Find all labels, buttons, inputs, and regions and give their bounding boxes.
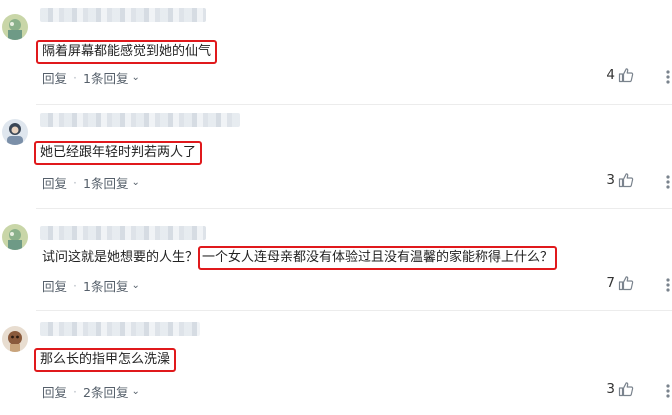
divider (36, 310, 672, 311)
like-count: 3 (606, 172, 615, 188)
more-icon[interactable] (658, 276, 672, 294)
separator: · (73, 175, 77, 190)
separator: · (73, 278, 77, 293)
comment-item: 隔着屏幕都能感觉到她的仙气 回复 · 1条回复 ⌄ 4 (0, 0, 672, 104)
like-button[interactable]: 3 (606, 381, 634, 397)
like-count: 7 (606, 275, 615, 291)
comment-text: 隔着屏幕都能感觉到她的仙气 (36, 40, 218, 64)
thumbs-up-icon (618, 275, 634, 291)
comment-text: 试问这就是她想要的人生？ 一个女人连母亲都没有体验过且没有温馨的家能称得上什么？ (42, 246, 558, 270)
comment-actions: 回复 · 1条回复 ⌄ (42, 173, 140, 192)
chevron-down-icon: ⌄ (131, 280, 140, 291)
comment-prefix: 试问这就是她想要的人生？ (42, 250, 199, 265)
like-count: 4 (606, 67, 615, 83)
view-replies-button[interactable]: 2条回复 (83, 382, 128, 401)
comment-item: 试问这就是她想要的人生？ 一个女人连母亲都没有体验过且没有温馨的家能称得上什么？ … (0, 210, 672, 310)
username-blurred[interactable] (40, 113, 240, 127)
avatar[interactable] (2, 119, 28, 145)
thumbs-up-icon (618, 172, 634, 188)
chevron-down-icon: ⌄ (131, 386, 140, 397)
avatar[interactable] (2, 14, 28, 40)
thumbs-up-icon (618, 67, 634, 83)
comment-actions: 回复 · 1条回复 ⌄ (42, 276, 140, 295)
highlighted-text: 一个女人连母亲都没有体验过且没有温馨的家能称得上什么？ (198, 246, 558, 270)
comment-item: 那么长的指甲怎么洗澡 回复 · 2条回复 ⌄ 3 (0, 312, 672, 415)
avatar[interactable] (2, 326, 28, 352)
like-button[interactable]: 4 (606, 67, 634, 83)
divider (36, 208, 672, 209)
like-button[interactable]: 7 (606, 275, 634, 291)
reply-button[interactable]: 回复 (42, 68, 67, 87)
more-icon[interactable] (658, 173, 672, 191)
separator: · (73, 384, 77, 399)
comment-item: 她已经跟年轻时判若两人了 回复 · 1条回复 ⌄ 3 (0, 105, 672, 209)
comment-actions: 回复 · 2条回复 ⌄ (42, 382, 140, 401)
like-count: 3 (606, 381, 615, 397)
comment-actions: 回复 · 1条回复 ⌄ (42, 68, 140, 87)
highlighted-text: 隔着屏幕都能感觉到她的仙气 (36, 40, 218, 64)
chevron-down-icon: ⌄ (131, 72, 140, 83)
username-blurred[interactable] (40, 8, 206, 22)
reply-button[interactable]: 回复 (42, 382, 67, 401)
avatar[interactable] (2, 224, 28, 250)
more-icon[interactable] (658, 382, 672, 400)
thumbs-up-icon (618, 381, 634, 397)
more-icon[interactable] (658, 68, 672, 86)
separator: · (73, 70, 77, 85)
username-blurred[interactable] (40, 226, 206, 240)
username-blurred[interactable] (40, 322, 200, 336)
chevron-down-icon: ⌄ (131, 177, 140, 188)
highlighted-text: 她已经跟年轻时判若两人了 (34, 141, 203, 165)
comment-text: 那么长的指甲怎么洗澡 (34, 348, 177, 372)
highlighted-text: 那么长的指甲怎么洗澡 (34, 348, 177, 372)
reply-button[interactable]: 回复 (42, 173, 67, 192)
like-button[interactable]: 3 (606, 172, 634, 188)
view-replies-button[interactable]: 1条回复 (83, 276, 128, 295)
reply-button[interactable]: 回复 (42, 276, 67, 295)
view-replies-button[interactable]: 1条回复 (83, 68, 128, 87)
comment-text: 她已经跟年轻时判若两人了 (34, 141, 203, 165)
view-replies-button[interactable]: 1条回复 (83, 173, 128, 192)
